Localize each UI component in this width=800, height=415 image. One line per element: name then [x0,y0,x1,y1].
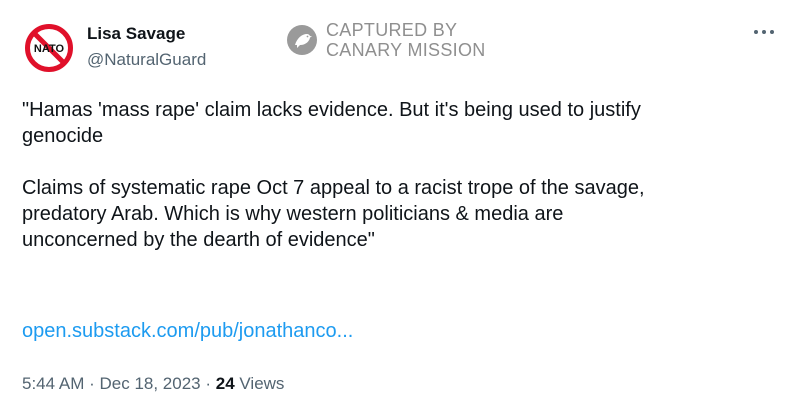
nato-prohibited-sign-icon: NATO [25,24,73,72]
watermark-line-1: CAPTURED BY [326,20,458,40]
tweet-text: "Hamas 'mass rape' claim lacks evidence.… [22,97,774,253]
tweet-line: "Hamas 'mass rape' claim lacks evidence.… [22,99,641,121]
tweet-line: predatory Arab. Which is why western pol… [22,203,564,225]
more-options-button[interactable] [748,20,780,44]
meta-separator: · [200,374,216,393]
views-count: 24 [215,374,235,393]
views-label: Views [234,374,285,393]
meta-separator: · [84,374,100,393]
author-avatar[interactable]: NATO [24,23,74,73]
tweet-link[interactable]: open.substack.com/pub/jonathanco... [22,318,353,344]
tweet-line: Claims of systematic rape Oct 7 appeal t… [22,177,645,199]
tweet-line: genocide [22,125,104,147]
more-dots-icon [754,30,774,34]
canary-bird-icon [287,25,317,55]
avatar-text: NATO [34,43,65,55]
author-handle[interactable]: @NaturalGuard [87,50,206,70]
tweet-date[interactable]: Dec 18, 2023 [99,374,200,393]
watermark-line-2: CANARY MISSION [326,40,486,60]
canary-mission-watermark: CAPTURED BY CANARY MISSION [286,20,486,60]
author-display-name[interactable]: Lisa Savage [87,24,185,44]
tweet-time[interactable]: 5:44 AM [22,374,84,393]
tweet-line: unconcerned by the dearth of evidence" [22,229,375,251]
tweet-meta: 5:44 AM · Dec 18, 2023 · 24 Views [22,373,284,395]
